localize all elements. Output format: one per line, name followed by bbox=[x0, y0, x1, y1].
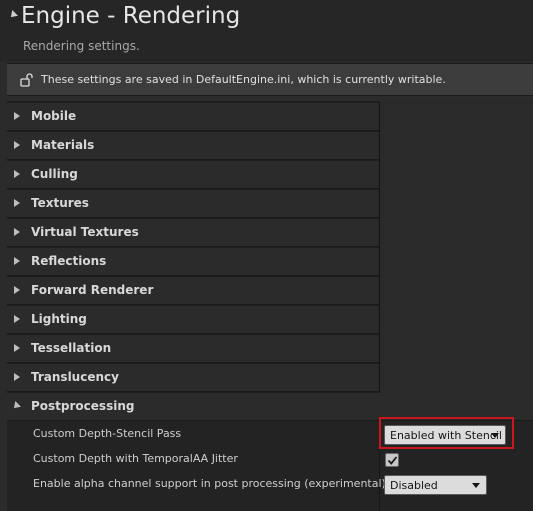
checkmark-icon bbox=[387, 456, 398, 465]
property-label: Enable alpha channel support in post pro… bbox=[33, 477, 390, 490]
category-culling[interactable]: Culling bbox=[7, 161, 379, 189]
highlight-box bbox=[379, 417, 514, 449]
expand-arrow-icon bbox=[14, 141, 20, 149]
alpha-channel-dropdown[interactable]: Disabled bbox=[384, 475, 487, 495]
settings-header: Engine - Rendering Rendering settings. bbox=[0, 0, 533, 62]
unlocked-lock-icon bbox=[20, 72, 34, 87]
collapse-arrow-icon bbox=[11, 401, 21, 411]
config-notice-bar: These settings are saved in DefaultEngin… bbox=[7, 63, 533, 96]
property-label: Custom Depth with TemporalAA Jitter bbox=[33, 452, 238, 465]
expand-arrow-icon bbox=[14, 286, 20, 294]
value-column bbox=[380, 101, 533, 416]
category-label: Tessellation bbox=[31, 341, 112, 355]
category-label: Materials bbox=[31, 138, 95, 152]
page-title: Engine - Rendering bbox=[21, 3, 241, 29]
category-reflections[interactable]: Reflections bbox=[7, 248, 379, 276]
category-label: Textures bbox=[31, 196, 89, 210]
expand-arrow-icon bbox=[14, 373, 20, 381]
category-virtual-textures[interactable]: Virtual Textures bbox=[7, 219, 379, 247]
property-row-alpha-channel: Enable alpha channel support in post pro… bbox=[7, 472, 533, 497]
category-mobile[interactable]: Mobile bbox=[7, 103, 379, 131]
expand-arrow-icon bbox=[14, 199, 20, 207]
collapse-arrow-icon[interactable] bbox=[8, 10, 18, 20]
expand-arrow-icon bbox=[14, 112, 20, 120]
property-label: Custom Depth-Stencil Pass bbox=[33, 427, 182, 440]
expand-arrow-icon bbox=[14, 170, 20, 178]
category-textures[interactable]: Textures bbox=[7, 190, 379, 218]
category-forward-renderer[interactable]: Forward Renderer bbox=[7, 277, 379, 305]
details-panel: Mobile Materials Culling Textures Virtua… bbox=[7, 101, 533, 511]
category-label: Reflections bbox=[31, 254, 107, 268]
category-translucency[interactable]: Translucency bbox=[7, 364, 379, 392]
category-materials[interactable]: Materials bbox=[7, 132, 379, 160]
temporalaa-jitter-checkbox[interactable] bbox=[385, 453, 399, 467]
category-label: Culling bbox=[31, 167, 78, 181]
expand-arrow-icon bbox=[14, 257, 20, 265]
page-subtitle: Rendering settings. bbox=[23, 39, 140, 53]
expand-arrow-icon bbox=[14, 344, 20, 352]
category-label: Lighting bbox=[31, 312, 87, 326]
category-tessellation[interactable]: Tessellation bbox=[7, 335, 379, 363]
expand-arrow-icon bbox=[14, 228, 20, 236]
category-label: Virtual Textures bbox=[31, 225, 139, 239]
category-label: Postprocessing bbox=[31, 399, 135, 413]
category-label: Translucency bbox=[31, 370, 119, 384]
category-label: Mobile bbox=[31, 109, 77, 123]
category-label: Forward Renderer bbox=[31, 283, 154, 297]
dropdown-caret-icon bbox=[472, 483, 480, 488]
expand-arrow-icon bbox=[14, 315, 20, 323]
category-lighting[interactable]: Lighting bbox=[7, 306, 379, 334]
notice-text: These settings are saved in DefaultEngin… bbox=[41, 73, 446, 86]
dropdown-value: Disabled bbox=[390, 479, 438, 492]
property-row-temporalaa-jitter: Custom Depth with TemporalAA Jitter bbox=[7, 447, 533, 472]
